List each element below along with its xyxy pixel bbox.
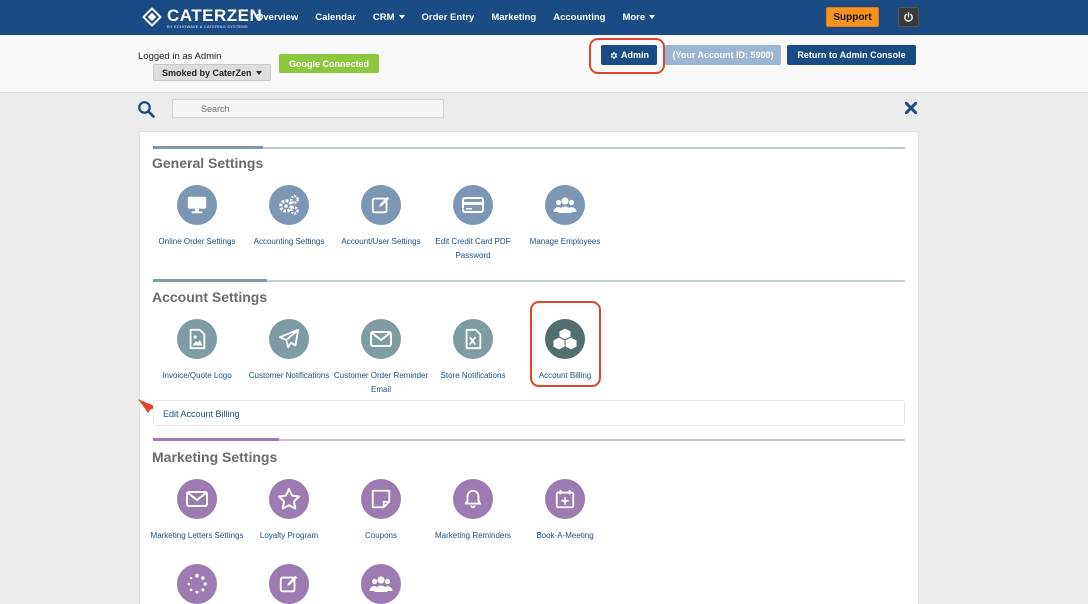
admin-highlight-box <box>589 38 665 74</box>
envelope-icon <box>370 331 392 347</box>
support-button[interactable]: Support <box>826 7 879 27</box>
edit-account-billing-bar: Edit Account Billing <box>153 400 905 426</box>
tile-marketing-reminders[interactable]: Marketing Reminders <box>427 479 519 543</box>
credit-card-icon <box>462 197 484 213</box>
tile-label: Invoice/Quote Logo <box>162 371 232 380</box>
tile-marketing-row2-3[interactable] <box>335 564 427 604</box>
account-billing-highlight-box <box>530 301 601 387</box>
nav-crm[interactable]: CRM <box>373 12 405 23</box>
edit-icon <box>371 196 390 214</box>
gears-icon <box>279 195 299 215</box>
tile-account-user-settings[interactable]: Account/User Settings <box>335 185 427 249</box>
sticky-note-icon <box>371 489 391 509</box>
tile-label: Edit Credit Card PDF Password <box>435 237 511 260</box>
tile-coupons[interactable]: Coupons <box>335 479 427 543</box>
tile-accounting-settings[interactable]: Accounting Settings <box>243 185 335 249</box>
edit-icon <box>279 575 298 593</box>
tile-label: Account/User Settings <box>341 237 421 246</box>
nav-overview[interactable]: Overview <box>256 12 298 23</box>
nav-order-entry[interactable]: Order Entry <box>422 12 475 23</box>
logo-tagline: BY ECHOWAVE & CATERING SYSTEMS <box>167 24 248 29</box>
spinner-icon <box>187 573 207 594</box>
bell-icon <box>464 489 482 509</box>
nav-calendar[interactable]: Calendar <box>315 12 356 23</box>
account-id-button[interactable]: (Your Account ID: 5900) <box>665 45 781 65</box>
tile-label: Store Notifications <box>440 371 506 380</box>
tile-label: Manage Employees <box>529 237 601 246</box>
account-selector[interactable]: Smoked by CaterZen <box>153 64 271 81</box>
top-nav: CATERZEN BY ECHOWAVE & CATERING SYSTEMS … <box>0 0 1088 35</box>
return-to-admin-console-button[interactable]: Return to Admin Console <box>787 45 916 65</box>
google-connected-button[interactable]: Google Connected <box>279 54 379 73</box>
tile-book-a-meeting[interactable]: Book-A-Meeting <box>519 479 611 543</box>
account-header: Logged in as Admin Smoked by CaterZen Go… <box>0 35 1088 93</box>
logo-mark-icon <box>142 7 162 27</box>
nav-more[interactable]: More <box>622 12 656 23</box>
calendar-plus-icon <box>555 489 575 509</box>
chevron-down-icon <box>398 15 405 20</box>
logo-name: CATERZEN <box>167 6 263 25</box>
chevron-down-icon <box>649 15 656 20</box>
tile-online-order-settings[interactable]: Online Order Settings <box>151 185 243 249</box>
tile-label: Book-A-Meeting <box>536 531 594 540</box>
monitor-icon <box>187 196 207 214</box>
search-icon[interactable] <box>137 100 155 118</box>
nav-marketing[interactable]: Marketing <box>491 12 536 23</box>
marketing-divider <box>153 438 905 441</box>
account-divider <box>153 279 905 282</box>
tile-label: Accounting Settings <box>253 237 325 246</box>
users-icon <box>553 197 577 213</box>
logged-in-text: Logged in as Admin <box>138 51 222 62</box>
general-divider <box>153 146 905 149</box>
tile-label: Loyalty Program <box>259 531 319 540</box>
star-icon <box>278 488 300 510</box>
tile-edit-credit-card-pdf-password[interactable]: Edit Credit Card PDF Password <box>427 185 519 263</box>
tile-manage-employees[interactable]: Manage Employees <box>519 185 611 249</box>
tile-marketing-row2-1[interactable] <box>151 564 243 604</box>
search-input[interactable] <box>172 99 444 118</box>
edit-account-billing-link[interactable]: Edit Account Billing <box>163 409 240 419</box>
power-icon <box>904 11 913 22</box>
image-file-icon <box>189 328 206 350</box>
nav-menu: Overview Calendar CRM Order Entry Market… <box>256 0 672 35</box>
tile-marketing-letters-settings[interactable]: Marketing Letters Settings <box>151 479 243 543</box>
envelope-icon <box>186 491 208 507</box>
tile-label: Customer Notifications <box>248 371 330 380</box>
tile-label: Marketing Letters Settings <box>150 531 244 540</box>
tile-customer-notifications[interactable]: Customer Notifications <box>243 319 335 383</box>
logout-button[interactable] <box>898 7 919 27</box>
tile-customer-order-reminder-email[interactable]: Customer Order Reminder Email <box>333 319 429 397</box>
tile-store-notifications[interactable]: Store Notifications <box>427 319 519 383</box>
tile-label: Online Order Settings <box>158 237 236 246</box>
tile-label: Marketing Reminders <box>434 531 512 540</box>
users-icon <box>369 576 393 592</box>
caterzen-logo[interactable]: CATERZEN BY ECHOWAVE & CATERING SYSTEMS <box>142 7 262 29</box>
close-icon[interactable] <box>904 101 918 115</box>
chevron-down-icon <box>255 70 262 75</box>
marketing-settings-title: Marketing Settings <box>152 449 278 465</box>
nav-accounting[interactable]: Accounting <box>553 12 605 23</box>
tile-label: Coupons <box>364 531 398 540</box>
excel-file-icon <box>465 328 482 350</box>
tile-invoice-quote-logo[interactable]: Invoice/Quote Logo <box>151 319 243 383</box>
account-settings-title: Account Settings <box>152 289 268 305</box>
general-settings-title: General Settings <box>152 155 264 171</box>
tile-label: Customer Order Reminder Email <box>333 371 429 394</box>
tile-loyalty-program[interactable]: Loyalty Program <box>243 479 335 543</box>
tile-marketing-row2-2[interactable] <box>243 564 335 604</box>
paper-plane-icon <box>278 328 300 349</box>
